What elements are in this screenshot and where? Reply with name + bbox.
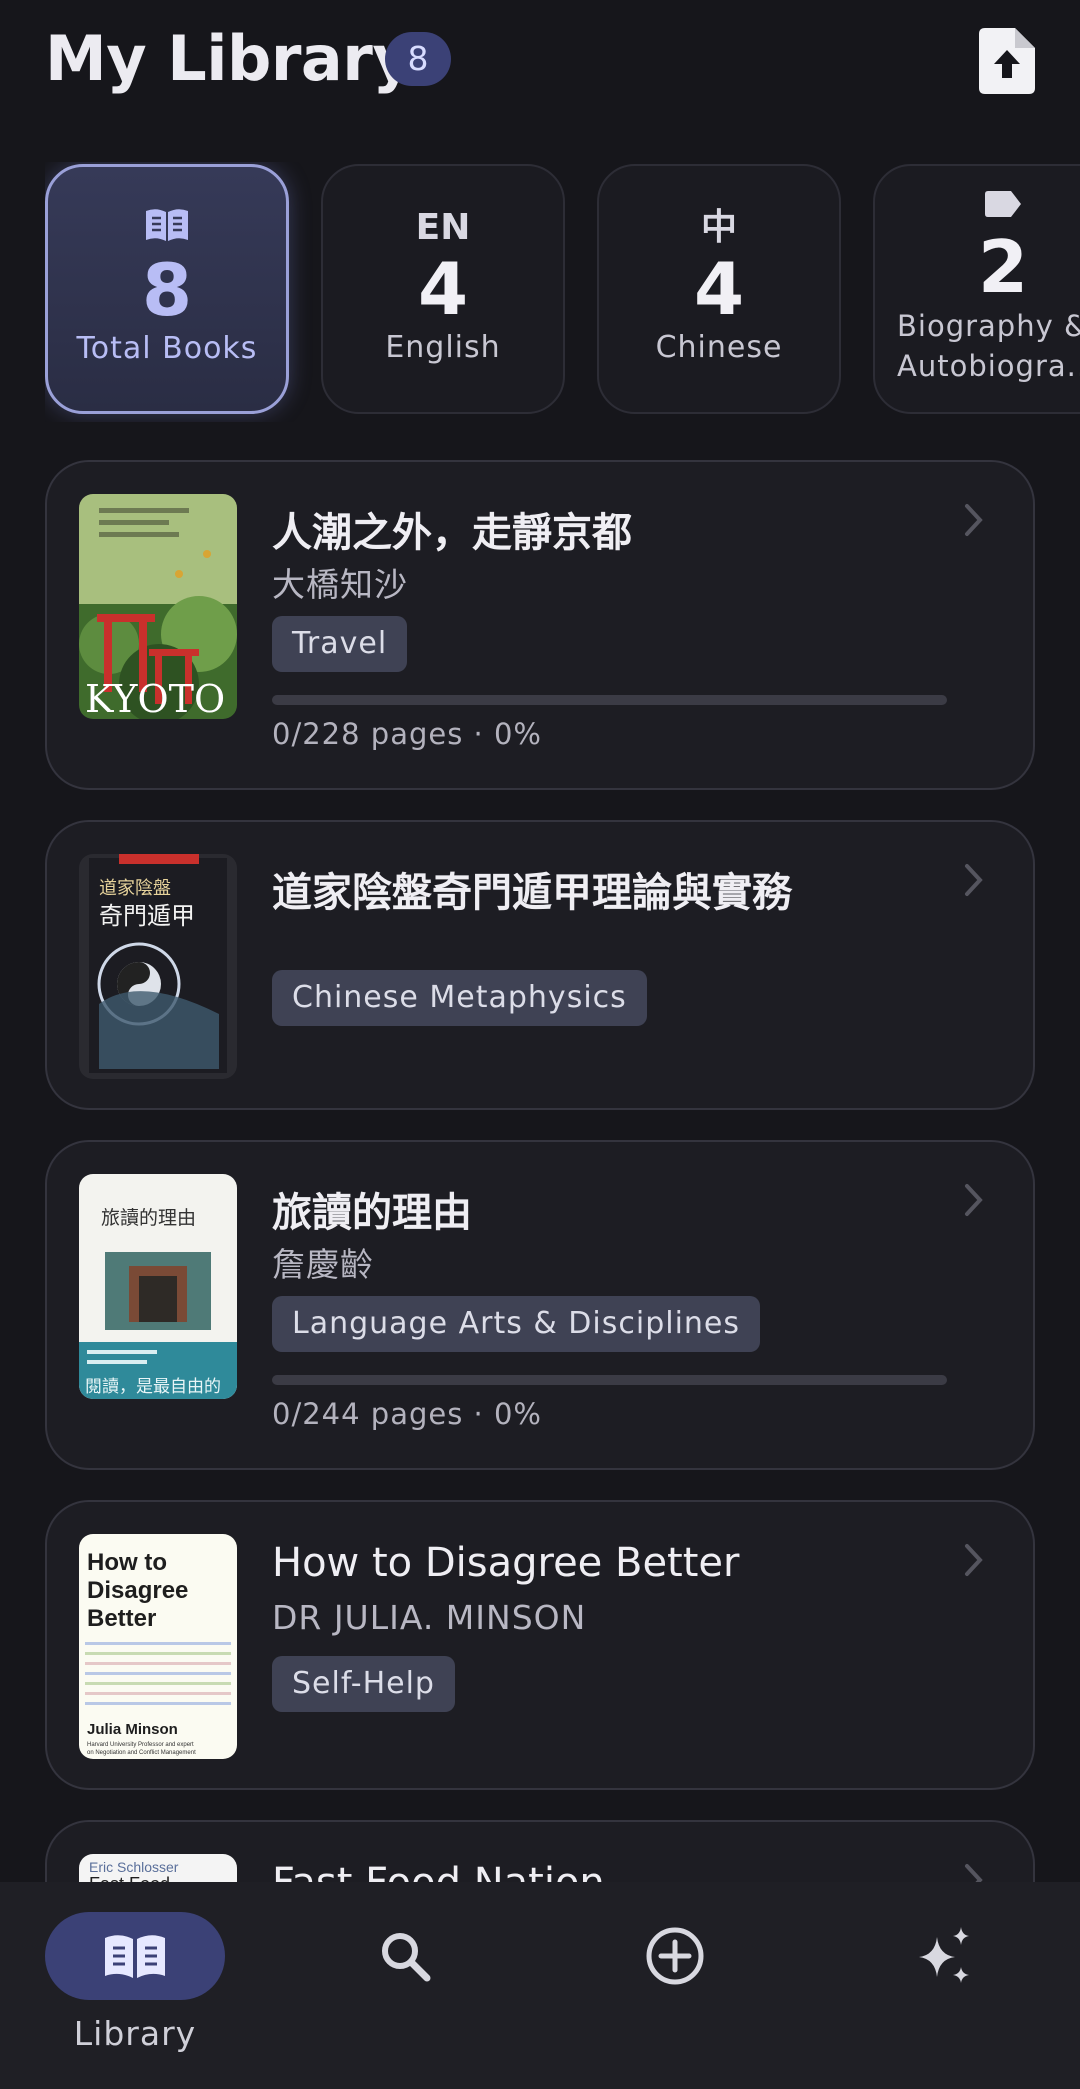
- stat-label: Biography &: [897, 309, 1080, 343]
- book-author: 詹慶齡: [272, 1245, 374, 1284]
- file-upload-icon[interactable]: [979, 28, 1035, 94]
- book-card[interactable]: 旅讀的理由 閱讀，是最自由的 旅讀的理由 詹慶齡 Language Arts &…: [45, 1140, 1035, 1470]
- book-cover: 旅讀的理由 閱讀，是最自由的: [79, 1174, 237, 1399]
- book-cover: KYOTO: [79, 494, 237, 719]
- cover-subtitle-2: on Negotiation and Conflict Management: [87, 1750, 196, 1756]
- book-title: 旅讀的理由: [272, 1190, 472, 1236]
- nav-library-pill[interactable]: [45, 1912, 225, 2000]
- genre-tag: Self-Help: [272, 1656, 455, 1712]
- tag-icon: [875, 184, 1080, 228]
- cover-author-text: Eric Schlosser: [89, 1859, 179, 1875]
- stat-label-line2: Autobiogra...: [897, 349, 1080, 383]
- library-book-icon: [105, 1935, 165, 1978]
- nav-add[interactable]: [575, 1912, 775, 2000]
- stats-row: 8 Total Books EN 4 English 中 4 Chinese 2…: [45, 162, 1080, 422]
- cover-title-text: 旅讀的理由: [101, 1207, 196, 1229]
- stat-label: Chinese: [655, 330, 783, 365]
- book-title: How to Disagree Better: [272, 1540, 740, 1586]
- cover-author-text: Julia Minson: [87, 1721, 178, 1738]
- book-cover: 道家陰盤 奇門遁甲: [79, 854, 237, 1079]
- book-card[interactable]: 道家陰盤 奇門遁甲 道家陰盤奇門遁甲理論與實務 Chinese Metaphys…: [45, 820, 1035, 1110]
- book-cover: Eric Schlosser Fast Food: [79, 1854, 237, 1882]
- book-card[interactable]: How to Disagree Better Julia Minson Harv…: [45, 1500, 1035, 1790]
- book-count-badge: 8: [385, 32, 451, 86]
- cover-title-line2: Disagree: [87, 1577, 188, 1604]
- stat-label: English: [385, 330, 501, 365]
- cover-title-line3: Better: [87, 1605, 156, 1632]
- cover-text-2: 奇門遁甲: [99, 902, 195, 930]
- chevron-right-icon: [965, 1544, 983, 1576]
- book-title: Fast Food Nation: [272, 1860, 605, 1882]
- nav-search-pill: [315, 1912, 495, 2000]
- nav-library-label: Library: [73, 2014, 197, 2053]
- nav-search[interactable]: [305, 1912, 505, 2000]
- cover-footer-text: 閱讀，是最自由的: [85, 1377, 221, 1397]
- book-cover: How to Disagree Better Julia Minson Harv…: [79, 1534, 237, 1759]
- genre-tag: Chinese Metaphysics: [272, 970, 647, 1026]
- open-book-icon: [48, 207, 286, 251]
- book-author: 大橋知沙: [272, 565, 408, 604]
- genre-tag: Travel: [272, 616, 408, 672]
- chevron-right-icon: [965, 1184, 983, 1216]
- sparkle-icon: [919, 1927, 969, 1983]
- search-icon: [382, 1933, 431, 1982]
- bottom-navigation: Library: [0, 1882, 1080, 2089]
- page-title: My Library: [45, 22, 413, 95]
- language-en-icon: EN: [415, 207, 471, 248]
- cover-title-text: Fast Food: [89, 1874, 170, 1882]
- cover-text-1: 道家陰盤: [99, 878, 171, 899]
- stat-value: 8: [141, 248, 193, 332]
- stat-total-books[interactable]: 8 Total Books: [45, 164, 289, 414]
- book-title: 道家陰盤奇門遁甲理論與實務: [272, 870, 792, 916]
- stat-english[interactable]: EN 4 English: [321, 164, 565, 414]
- stat-value: 4: [693, 247, 745, 331]
- stat-label: Total Books: [76, 331, 258, 366]
- header: My Library 8: [45, 18, 1035, 114]
- chevron-right-icon: [965, 864, 983, 896]
- book-card[interactable]: KYOTO 人潮之外，走靜京都 大橋知沙 Travel 0/228 pages …: [45, 460, 1035, 790]
- book-card[interactable]: Eric Schlosser Fast Food Fast Food Natio…: [45, 1820, 1035, 1882]
- progress-bar: [272, 695, 947, 705]
- progress-text: 0/228 pages · 0%: [272, 717, 542, 751]
- stat-value: 4: [417, 247, 469, 331]
- add-circle-icon: [646, 1927, 704, 1985]
- nav-ai[interactable]: [845, 1912, 1045, 2000]
- nav-add-pill: [585, 1912, 765, 2000]
- stat-biography[interactable]: 2 Biography & Autobiogra...: [873, 164, 1080, 414]
- progress-bar: [272, 1375, 947, 1385]
- stat-chinese[interactable]: 中 4 Chinese: [597, 164, 841, 414]
- nav-library[interactable]: Library: [35, 1912, 235, 2053]
- language-zh-icon: 中: [700, 207, 737, 248]
- progress-text: 0/244 pages · 0%: [272, 1397, 542, 1431]
- stat-value: 2: [977, 225, 1029, 309]
- genre-tag: Language Arts & Disciplines: [272, 1296, 761, 1352]
- book-title: 人潮之外，走靜京都: [272, 510, 632, 556]
- chevron-right-icon: [965, 504, 983, 536]
- book-author: DR JULIA. MINSON: [272, 1598, 587, 1637]
- cover-title-line1: How to: [87, 1549, 167, 1576]
- cover-subtitle-1: Harvard University Professor and expert: [87, 1742, 194, 1748]
- book-list: KYOTO 人潮之外，走靜京都 大橋知沙 Travel 0/228 pages …: [45, 460, 1035, 1882]
- cover-kyoto-text: KYOTO: [85, 677, 225, 719]
- chevron-right-icon: [965, 1864, 983, 1882]
- nav-ai-pill: [855, 1912, 1035, 2000]
